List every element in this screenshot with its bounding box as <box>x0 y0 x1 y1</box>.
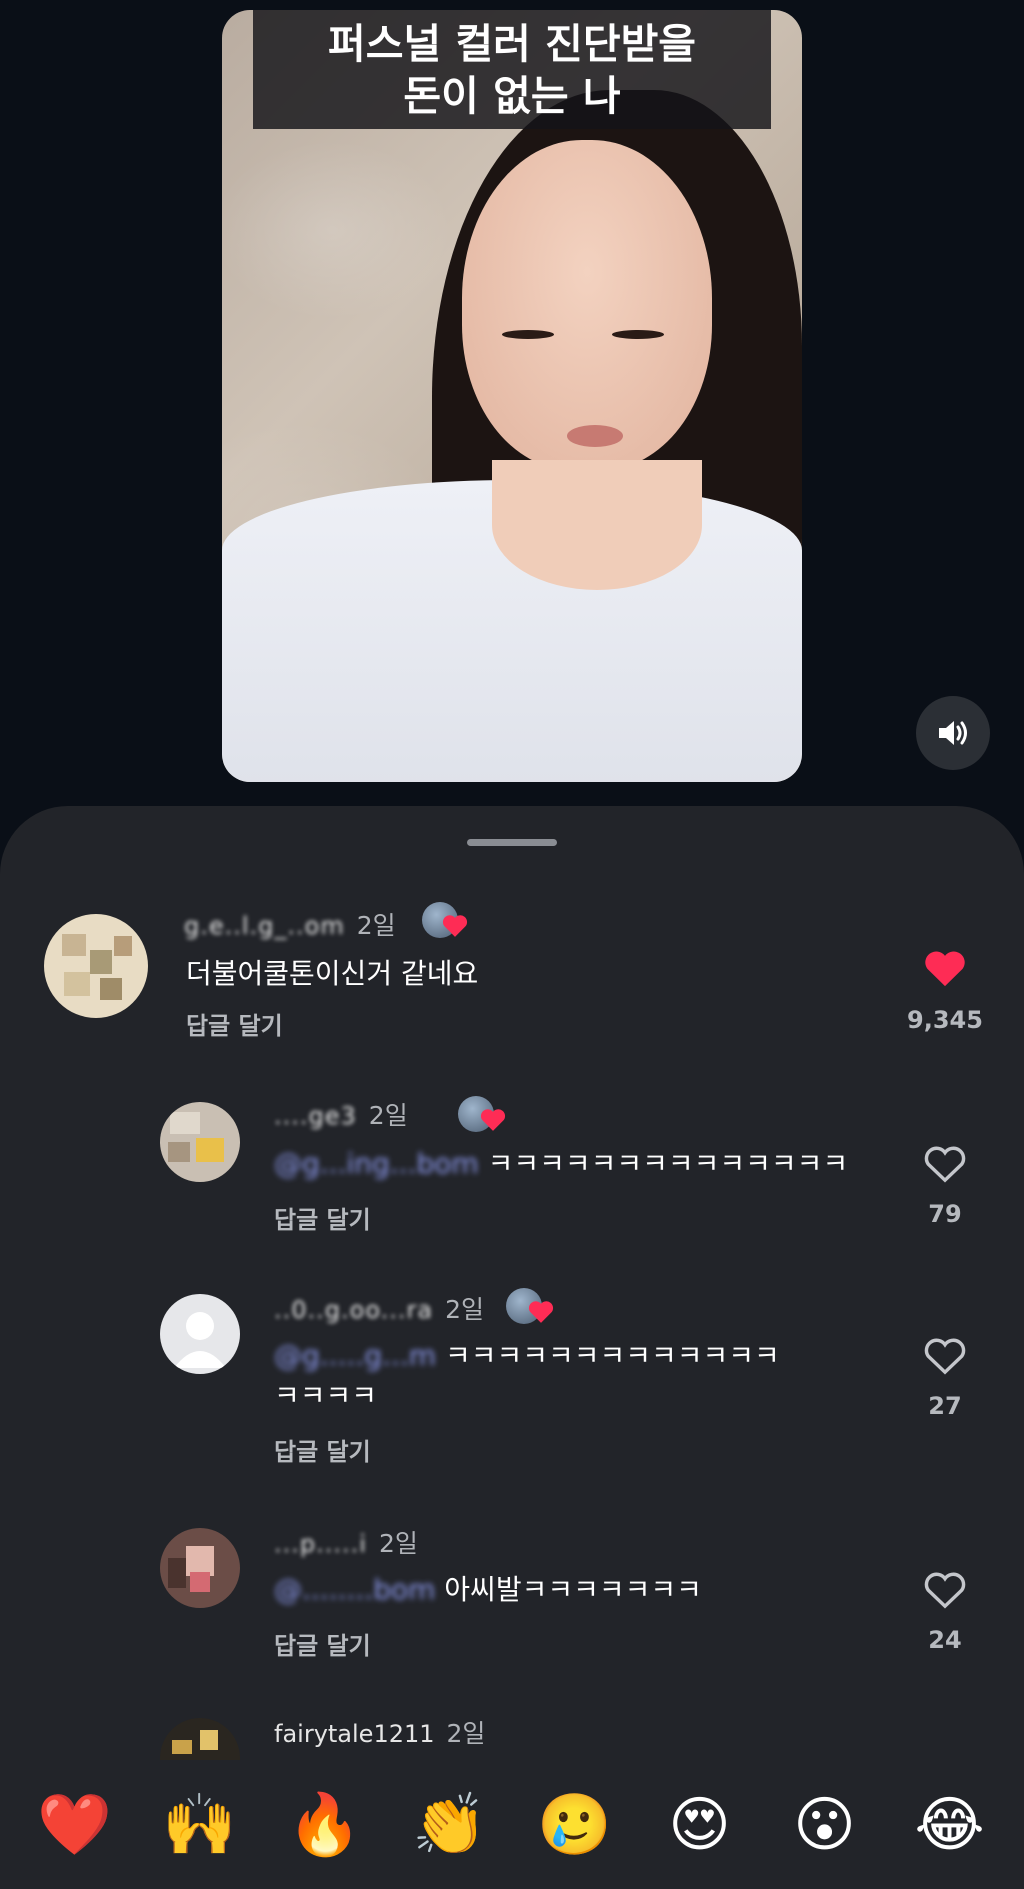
like-button[interactable] <box>910 1334 980 1380</box>
avatar-pixel <box>62 934 86 956</box>
comment-text: @g.....g...m ㅋㅋㅋㅋㅋㅋㅋㅋㅋㅋㅋㅋㅋ <box>274 1336 780 1376</box>
avatar[interactable] <box>160 1528 240 1608</box>
avatar-pixel <box>114 936 132 956</box>
like-count: 9,345 <box>907 1006 983 1034</box>
avatar[interactable] <box>44 914 148 1018</box>
emoji-heart-eyes-button[interactable]: 😍 <box>650 1785 750 1865</box>
mention-text: @........bom <box>274 1573 436 1606</box>
avatar-pixel <box>64 972 90 996</box>
emoji-fire-button[interactable]: 🔥 <box>275 1785 375 1865</box>
creator-liked-heart-icon <box>480 1109 506 1131</box>
sheet-drag-handle[interactable] <box>467 839 557 846</box>
like-count: 24 <box>928 1626 962 1654</box>
heart-outline-icon <box>924 1572 966 1609</box>
comment-date: 2일 <box>368 1101 408 1130</box>
emoji-laughing-button[interactable]: 😂 <box>900 1785 1000 1865</box>
comment-username[interactable]: fairytale1211 2일 <box>274 1714 485 1750</box>
heart-outline-icon <box>924 1146 966 1183</box>
comment-date: 2일 <box>356 911 396 940</box>
username-text: g.e..l.g_..om <box>184 912 345 940</box>
comment-body: 아씨발ㅋㅋㅋㅋㅋㅋㅋ <box>444 1573 702 1606</box>
mention-link[interactable]: @g.....g...m <box>274 1339 436 1372</box>
mention-text: @g...ing...bom <box>274 1147 479 1180</box>
emoji-clap-button[interactable]: 👏 <box>400 1785 500 1865</box>
avatar[interactable] <box>160 1102 240 1182</box>
video-caption: 퍼스널 컬러 진단받을 돈이 없는 나 <box>253 10 771 129</box>
comment-username[interactable]: ..0..g.oo...ra 2일 <box>274 1290 484 1326</box>
reply-button[interactable]: 답글 달기 <box>274 1432 371 1467</box>
avatar-pixel <box>168 1142 190 1162</box>
like-count: 27 <box>928 1392 962 1420</box>
reply-button[interactable]: 답글 달기 <box>274 1626 371 1661</box>
avatar-pixel <box>90 950 112 974</box>
emoji-reaction-bar: ❤️ 🙌 🔥 👏 🥲 😍 😮 😂 <box>0 1760 1024 1889</box>
default-avatar-icon <box>174 1312 226 1368</box>
mention-text: @g.....g...m <box>274 1339 437 1372</box>
video-frame-lips <box>567 425 623 447</box>
mention-link[interactable]: @g...ing...bom <box>274 1147 479 1180</box>
mute-button[interactable] <box>916 696 990 770</box>
like-button[interactable] <box>910 1142 980 1188</box>
avatar-pixel <box>100 978 122 1000</box>
comments-sheet: g.e..l.g_..om 2일 더불어쿨톤이신거 같네요 답글 달기 9,345… <box>0 806 1024 1889</box>
heart-outline-icon <box>924 1338 966 1375</box>
like-count: 79 <box>928 1200 962 1228</box>
avatar-pixel <box>200 1730 218 1750</box>
comment-text-continued: ㅋㅋㅋㅋ <box>274 1379 378 1412</box>
avatar-pixel <box>190 1572 210 1592</box>
comment-date: 2일 <box>445 1295 484 1324</box>
avatar[interactable] <box>160 1294 240 1374</box>
video-frame-eye-right <box>612 330 664 339</box>
username-text: ...p.....i <box>274 1530 367 1558</box>
comment-text: 더불어쿨톤이신거 같네요 <box>186 957 479 990</box>
comment-body: ㅋㅋㅋㅋㅋㅋㅋㅋㅋㅋㅋㅋㅋㅋ <box>487 1147 849 1180</box>
avatar-pixel <box>170 1112 200 1134</box>
emoji-raised-hands-button[interactable]: 🙌 <box>150 1785 250 1865</box>
reply-button[interactable]: 답글 달기 <box>274 1200 371 1235</box>
emoji-teary-smile-button[interactable]: 🥲 <box>525 1785 625 1865</box>
avatar-pixel <box>172 1740 192 1754</box>
username-text: ..0..g.oo...ra <box>274 1296 434 1324</box>
comment-text: @g...ing...bom ㅋㅋㅋㅋㅋㅋㅋㅋㅋㅋㅋㅋㅋㅋ <box>274 1144 848 1184</box>
comment-username[interactable]: ....ge3 2일 <box>274 1096 408 1132</box>
video-frame-eye-left <box>502 330 554 339</box>
comment-body: ㅋㅋㅋㅋㅋㅋㅋㅋㅋㅋㅋㅋㅋ <box>444 1339 780 1372</box>
video-caption-line1: 퍼스널 컬러 진단받을 <box>327 19 697 68</box>
comment-date: 2일 <box>446 1719 486 1748</box>
comment-date: 2일 <box>378 1529 418 1558</box>
like-button[interactable] <box>910 1568 980 1614</box>
video-frame-neckline <box>492 460 702 590</box>
avatar-pixel <box>168 1558 186 1588</box>
speaker-icon <box>939 721 967 745</box>
comment-username[interactable]: g.e..l.g_..om 2일 <box>184 906 396 942</box>
comment-text: @........bom 아씨발ㅋㅋㅋㅋㅋㅋㅋ <box>274 1570 702 1610</box>
video-frame-face <box>462 140 712 470</box>
username-text: fairytale1211 <box>274 1720 435 1748</box>
heart-filled-icon <box>925 951 965 987</box>
mention-link[interactable]: @........bom <box>274 1573 435 1606</box>
reply-button[interactable]: 답글 달기 <box>186 1006 283 1041</box>
video-caption-line2: 돈이 없는 나 <box>403 71 621 120</box>
creator-liked-heart-icon <box>528 1301 554 1323</box>
creator-liked-heart-icon <box>442 915 468 937</box>
username-text: ....ge3 <box>274 1102 357 1130</box>
emoji-surprised-button[interactable]: 😮 <box>775 1785 875 1865</box>
comment-username[interactable]: ...p.....i 2일 <box>274 1524 418 1560</box>
avatar-pixel <box>196 1138 224 1162</box>
emoji-heart-button[interactable]: ❤️ <box>25 1785 125 1865</box>
like-button[interactable] <box>910 946 980 992</box>
